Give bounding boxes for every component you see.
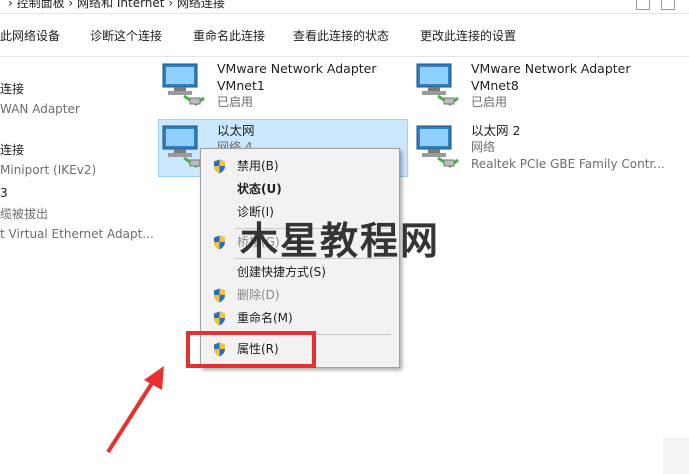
menu-item-status[interactable]: 状态(U) [201, 178, 399, 200]
adapter-name: 以太网 2 [471, 123, 521, 138]
adapter-name-line2: VMnet1 [217, 78, 265, 93]
menu-item-delete[interactable]: 删除(D) [201, 284, 399, 306]
connection-name: 3 [0, 186, 8, 200]
adapter-device: Realtek PCIe GBE Family Contr... [471, 157, 665, 171]
change-settings-button[interactable]: 更改此连接的设置 [420, 27, 516, 44]
menu-item-rename[interactable]: 重命名(M) [201, 307, 399, 329]
menu-item-label: 删除(D) [237, 288, 280, 302]
adapter-status: 网络 [471, 140, 496, 154]
left-connection-1[interactable]: 连接 WAN Adapter [0, 80, 80, 116]
menu-item-disable[interactable]: 禁用(B) [201, 155, 399, 177]
menu-item-label: 状态(U) [237, 182, 282, 196]
command-toolbar: 此网络设备 诊断这个连接 重命名此连接 查看此连接的状态 更改此连接的设置 [0, 14, 689, 57]
adapter-status: 已启用 [217, 95, 254, 109]
menu-item-label: 重命名(M) [237, 311, 293, 325]
uac-shield-icon [214, 235, 225, 250]
breadcrumb[interactable]: › 控制面板 › 网络和 Internet › 网络连接 [8, 0, 225, 11]
address-bar[interactable]: › 控制面板 › 网络和 Internet › 网络连接 [0, 0, 689, 14]
adapter-name-line2: VMnet8 [471, 78, 519, 93]
disable-device-button[interactable]: 此网络设备 [0, 27, 60, 44]
menu-item-label: 禁用(B) [237, 159, 279, 173]
diagnose-button[interactable]: 诊断这个连接 [90, 27, 162, 44]
connection-name: 连接 [0, 143, 25, 157]
connection-device: WAN Adapter [0, 102, 80, 116]
adapter-name: VMware Network Adapter [217, 61, 377, 76]
refresh-icon[interactable] [661, 0, 675, 10]
watermark: 木星教程网 [240, 219, 441, 263]
adapter-name: 以太网 [217, 123, 255, 138]
connection-status: 缆被拔出 [0, 207, 49, 221]
left-connection-3[interactable]: 3 缆被拔出 t Virtual Ethernet Adapt... [0, 186, 154, 241]
rename-button[interactable]: 重命名此连接 [193, 27, 265, 44]
adapter-name: VMware Network Adapter [471, 61, 631, 76]
connection-device: t Virtual Ethernet Adapt... [0, 227, 154, 241]
annotation-highlight-box [186, 331, 316, 368]
network-adapter-icon [416, 125, 459, 168]
uac-shield-icon [214, 288, 225, 303]
dropdown-icon[interactable] [636, 0, 650, 10]
uac-shield-icon [214, 311, 225, 326]
connection-name: 连接 [0, 82, 25, 96]
adapter-status: 已启用 [471, 95, 508, 109]
network-adapter-icon [416, 63, 459, 106]
corner-decoration [663, 438, 689, 474]
annotation-arrow-icon [106, 366, 164, 454]
uac-shield-icon [214, 159, 225, 174]
network-adapter-icon [162, 63, 205, 106]
left-connection-2[interactable]: 连接 Miniport (IKEv2) [0, 141, 96, 177]
view-status-button[interactable]: 查看此连接的状态 [293, 27, 389, 44]
connection-device: Miniport (IKEv2) [0, 163, 97, 177]
